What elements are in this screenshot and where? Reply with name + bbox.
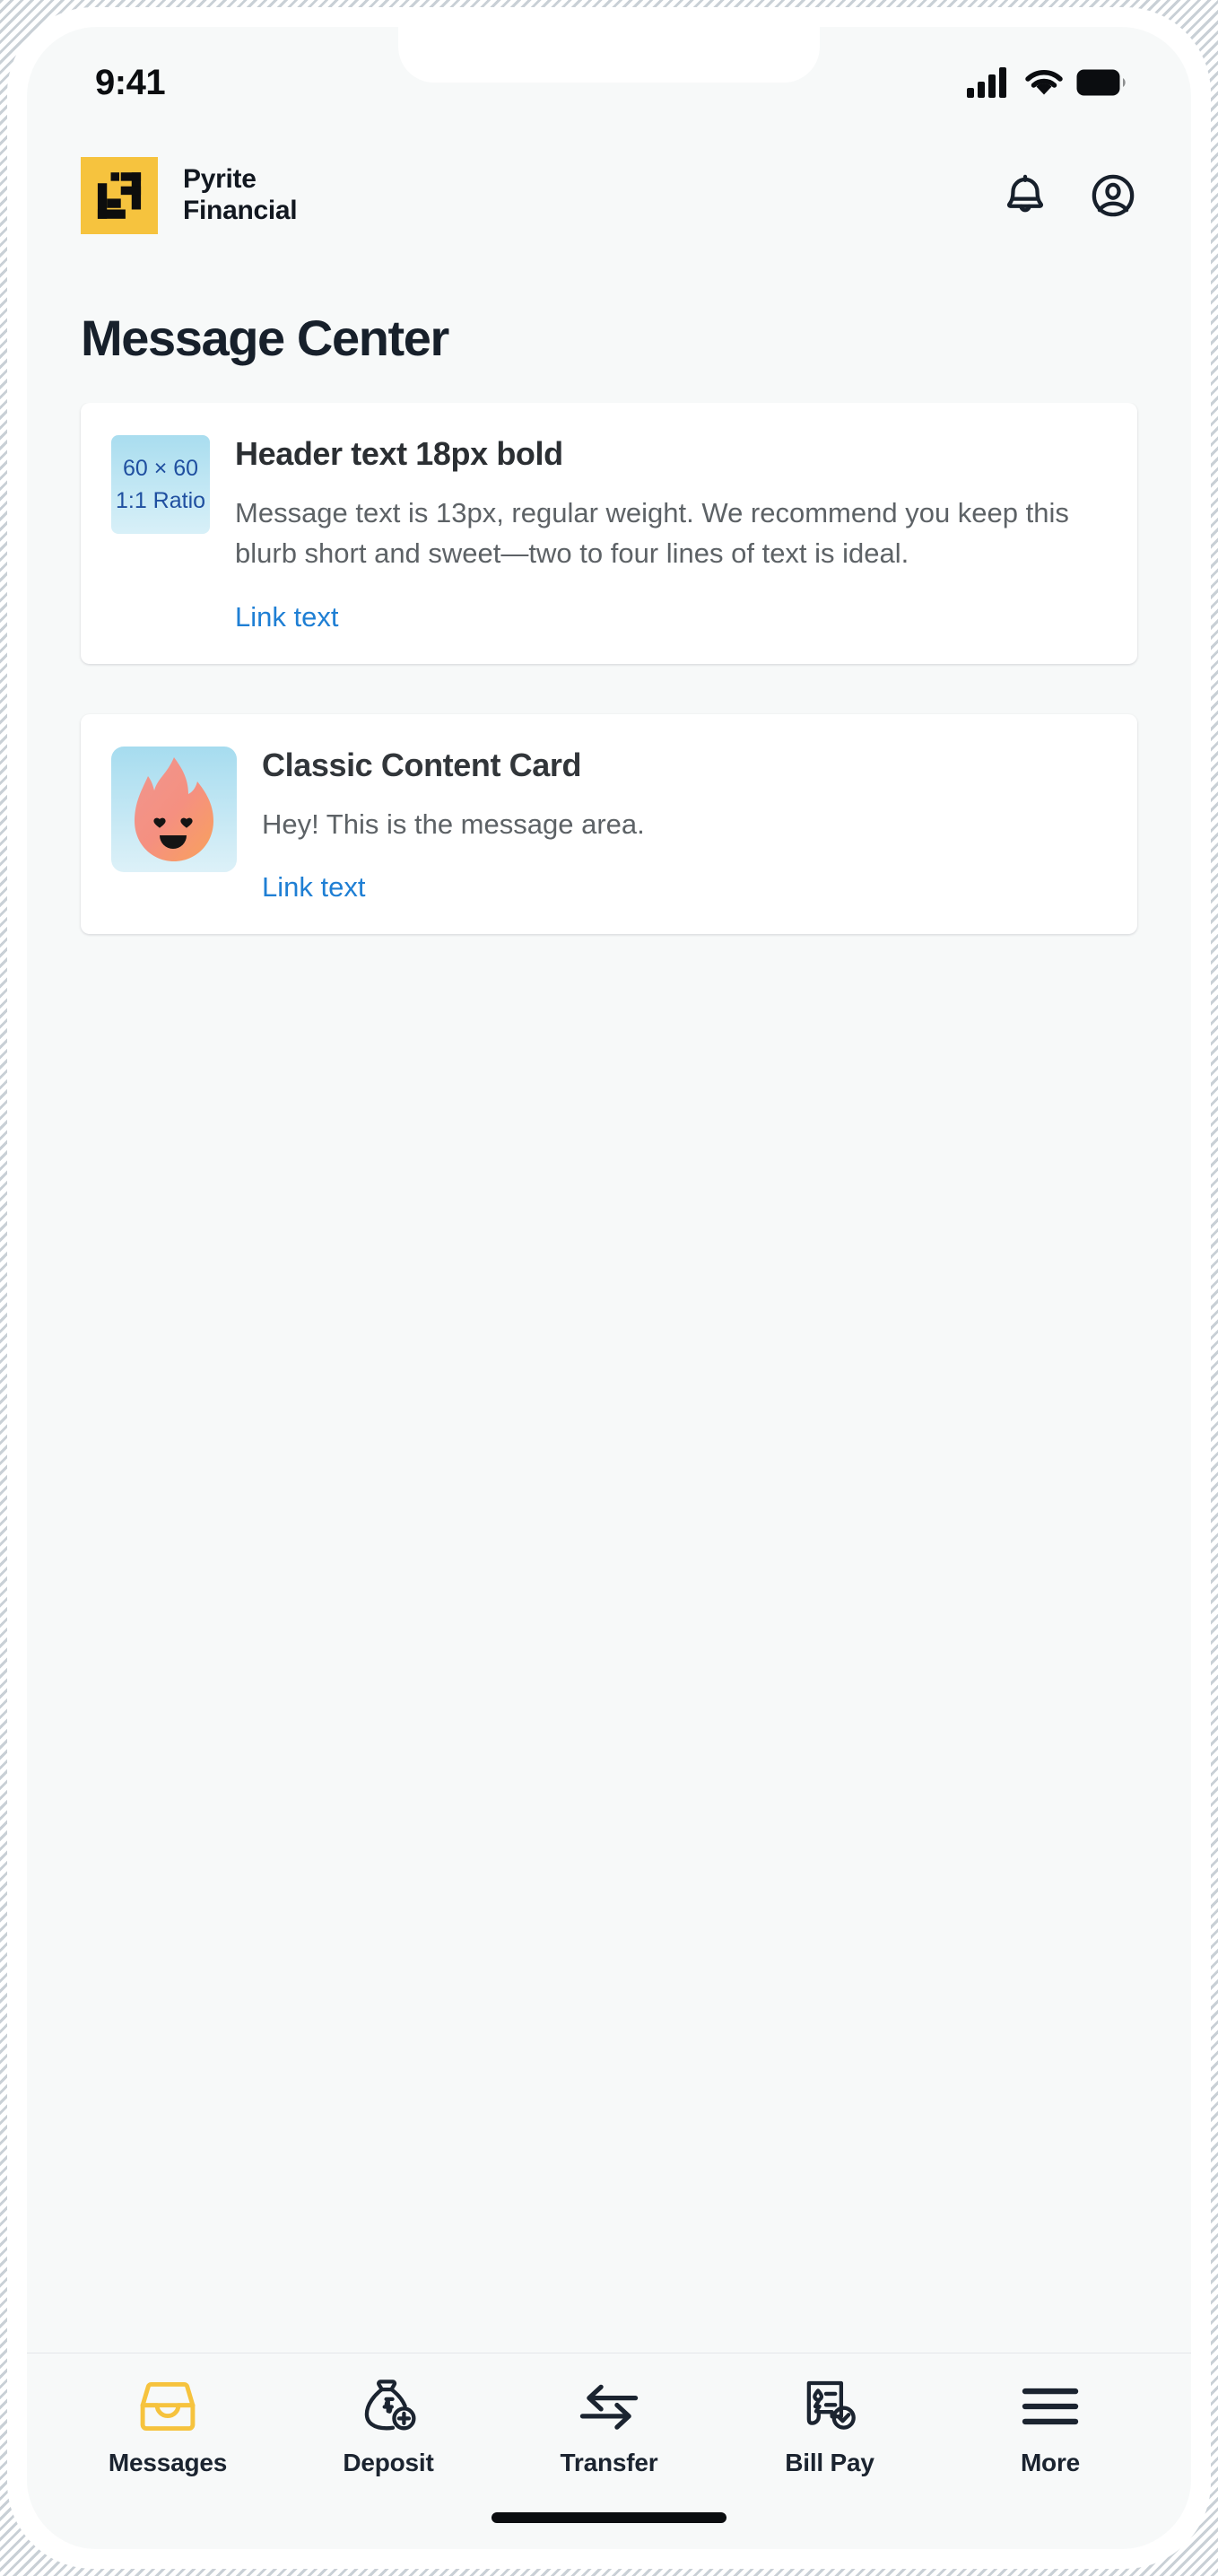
status-indicators [967,67,1127,98]
card-link[interactable]: Link text [235,601,338,633]
phone-notch [398,27,820,83]
page-title: Message Center [81,310,449,366]
tab-transfer[interactable]: Transfer [499,2379,719,2477]
home-indicator-area [27,2486,1191,2549]
tab-label: Deposit [343,2449,434,2476]
tab-label: Transfer [560,2449,658,2476]
card-body: Classic Content Card Hey! This is the me… [262,747,1107,904]
bill-check-icon [806,2380,856,2430]
phone-screen: 9:41 Pyrite Financial Message Center 60 … [27,27,1191,2549]
inbox-tray-icon [140,2382,196,2431]
thumbnail-dimensions: 60 × 60 [122,455,199,481]
message-list: 60 × 60 1:1 Ratio Header text 18px bold … [27,403,1191,2353]
placeholder-thumbnail: 60 × 60 1:1 Ratio [111,435,210,534]
flame-mascot-icon [135,756,213,861]
message-card[interactable]: 60 × 60 1:1 Ratio Header text 18px bold … [81,403,1137,664]
card-link[interactable]: Link text [262,871,365,904]
app-header: Pyrite Financial [27,133,1191,251]
status-time: 9:41 [95,62,166,102]
tab-label: More [1020,2449,1081,2476]
battery-icon [1076,69,1126,96]
money-bag-plus-icon [364,2380,416,2431]
flame-mascot-thumbnail [111,746,237,872]
bottom-tab-bar: Messages Deposit Transfer Bill Pay More [27,2353,1191,2486]
tab-deposit[interactable]: Deposit [278,2379,499,2477]
wifi-icon [1025,70,1063,95]
header-actions [1001,171,1137,220]
transfer-arrows-icon [579,2384,639,2430]
card-title: Header text 18px bold [235,435,563,472]
tab-label: Bill Pay [785,2449,874,2476]
tab-bill-pay[interactable]: Bill Pay [719,2379,940,2477]
phone-frame: 9:41 Pyrite Financial Message Center 60 … [7,7,1211,2569]
pyrite-logo-icon [81,157,158,234]
tab-label: Messages [108,2449,228,2476]
card-message-text: Message text is 13px, regular weight. We… [235,497,1069,570]
tab-more[interactable]: More [940,2379,1161,2477]
thumbnail-ratio: 1:1 Ratio [115,488,206,513]
home-indicator[interactable] [492,2512,726,2523]
user-circle-icon[interactable] [1089,171,1137,220]
hamburger-menu-icon [1022,2388,1079,2425]
tab-messages[interactable]: Messages [57,2379,278,2477]
brand-name: Pyrite Financial [183,164,298,225]
card-message-text: Hey! This is the message area. [262,808,645,840]
message-card[interactable]: Classic Content Card Hey! This is the me… [81,713,1137,934]
bell-icon[interactable] [1001,171,1049,220]
cellular-signal-icon [967,67,1006,98]
card-body: Header text 18px bold Message text is 13… [235,435,1107,633]
card-title: Classic Content Card [262,746,582,783]
brand[interactable]: Pyrite Financial [81,157,298,234]
